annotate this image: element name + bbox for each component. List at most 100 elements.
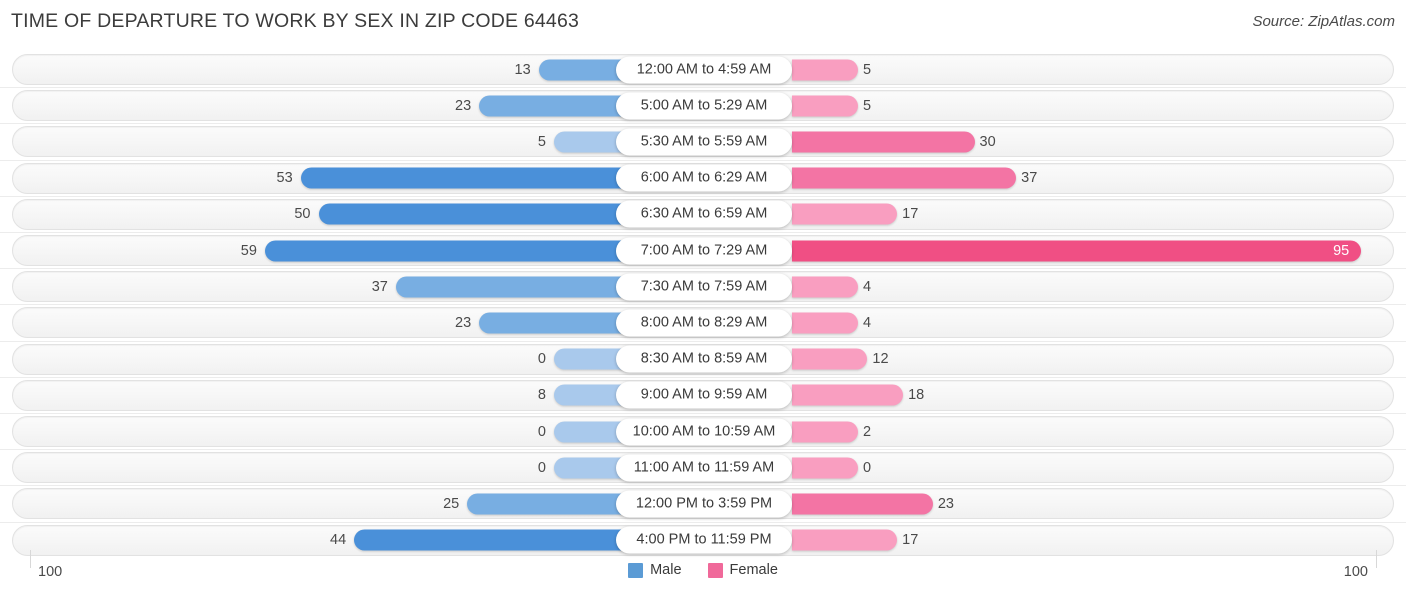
row-separator (0, 304, 1406, 306)
table-row[interactable]: 0 0 11:00 AM to 11:59 AM (12, 452, 1394, 484)
category-label-pill: 5:00 AM to 5:29 AM (616, 92, 792, 120)
table-row[interactable]: 5 30 5:30 AM to 5:59 AM (12, 126, 1394, 158)
female-value-label: 4 (863, 278, 872, 295)
female-bar[interactable] (792, 276, 858, 298)
table-row[interactable]: 23 4 8:00 AM to 8:29 AM (12, 307, 1394, 339)
male-bar[interactable] (538, 59, 626, 80)
female-bar[interactable] (792, 384, 904, 406)
male-value-label: 53 (276, 169, 293, 186)
female-bar[interactable] (792, 457, 858, 479)
table-row[interactable]: 0 12 8:30 AM to 8:59 AM (12, 343, 1394, 375)
male-bar[interactable] (467, 493, 626, 515)
legend-item-female[interactable]: Female (707, 562, 778, 578)
male-value-label: 50 (294, 206, 311, 223)
table-row[interactable]: 8 18 9:00 AM to 9:59 AM (12, 379, 1394, 411)
legend-swatch-male-icon (628, 562, 644, 578)
chart-plot-area: 13 5 12:00 AM to 4:59 AM 23 5 5:00 AM to 5:29… (0, 50, 1406, 556)
row-separator (0, 268, 1406, 270)
female-value-label: 37 (1021, 169, 1038, 186)
category-label-pill: 6:00 AM to 6:29 AM (616, 164, 792, 192)
row-separator (0, 232, 1406, 233)
male-value-label: 8 (537, 387, 546, 404)
female-bar[interactable] (792, 95, 858, 117)
female-bar[interactable] (792, 421, 858, 442)
category-label-pill: 8:30 AM to 8:59 AM (616, 345, 792, 373)
male-value-label: 0 (537, 459, 546, 476)
category-label-pill: 5:30 AM to 5:59 AM (616, 128, 792, 156)
female-value-label: 17 (902, 531, 919, 548)
chart-footer: 100 100 Male Female (0, 550, 1406, 595)
male-value-label: 59 (240, 242, 257, 259)
female-bar[interactable] (792, 59, 858, 80)
row-separator (0, 159, 1406, 161)
male-value-label: 23 (455, 314, 472, 331)
chart-legend: Male Female (0, 562, 1406, 578)
female-bar[interactable] (792, 240, 1362, 261)
row-separator (0, 87, 1406, 89)
male-value-label: 13 (514, 61, 531, 78)
female-value-label: 30 (979, 133, 996, 150)
female-bar[interactable] (792, 348, 868, 370)
female-value-label: 5 (863, 97, 872, 114)
male-bar[interactable] (354, 529, 626, 551)
female-bar[interactable] (792, 493, 933, 515)
female-value-label: 23 (937, 495, 954, 512)
category-label-pill: 11:00 AM to 11:59 AM (616, 454, 792, 482)
row-separator (0, 521, 1406, 523)
legend-item-male[interactable]: Male (628, 562, 682, 578)
male-value-label: 0 (537, 350, 546, 367)
table-row[interactable]: 23 5 5:00 AM to 5:29 AM (12, 90, 1394, 122)
female-value-label: 12 (872, 350, 889, 367)
male-bar[interactable] (318, 203, 626, 225)
row-separator (0, 413, 1406, 414)
female-value-label: 95 (1333, 242, 1350, 259)
table-row[interactable]: 44 17 4:00 PM to 11:59 PM (12, 524, 1394, 556)
male-value-label: 25 (443, 495, 460, 512)
row-separator (0, 485, 1406, 487)
row-separator (0, 195, 1406, 197)
female-value-label: 2 (863, 423, 872, 440)
page-title: TIME OF DEPARTURE TO WORK BY SEX IN ZIP … (11, 10, 580, 32)
legend-swatch-female-icon (707, 562, 723, 578)
female-bar[interactable] (792, 167, 1017, 189)
table-row[interactable]: 53 37 6:00 AM to 6:29 AM (12, 162, 1394, 194)
male-value-label: 37 (371, 278, 388, 295)
male-value-label: 5 (537, 133, 546, 150)
male-bar[interactable] (300, 167, 626, 189)
female-bar[interactable] (792, 312, 858, 334)
male-value-label: 0 (537, 423, 546, 440)
female-bar[interactable] (792, 529, 898, 551)
category-label-pill: 9:00 AM to 9:59 AM (616, 381, 792, 409)
male-bar[interactable] (479, 95, 626, 117)
table-row[interactable]: 0 2 10:00 AM to 10:59 AM (12, 416, 1394, 447)
male-value-label: 44 (330, 531, 347, 548)
row-separator (0, 376, 1406, 378)
table-row[interactable]: 13 5 12:00 AM to 4:59 AM (12, 54, 1394, 85)
row-separator (0, 340, 1406, 342)
female-bar[interactable] (792, 131, 975, 153)
table-row[interactable]: 50 17 6:30 AM to 6:59 AM (12, 198, 1394, 230)
category-label-pill: 12:00 AM to 4:59 AM (616, 56, 792, 83)
row-separator (0, 449, 1406, 451)
female-bar[interactable] (792, 203, 898, 225)
male-bar[interactable] (264, 240, 626, 261)
legend-label: Female (729, 562, 778, 578)
female-value-label: 0 (863, 459, 872, 476)
category-label-pill: 7:00 AM to 7:29 AM (616, 237, 792, 264)
female-value-label: 18 (908, 387, 925, 404)
male-bar[interactable] (479, 312, 626, 334)
male-bar[interactable] (395, 276, 626, 298)
category-label-pill: 4:00 PM to 11:59 PM (616, 526, 792, 554)
female-value-label: 4 (863, 314, 872, 331)
category-label-pill: 10:00 AM to 10:59 AM (616, 418, 792, 445)
table-row[interactable]: 25 23 12:00 PM to 3:59 PM (12, 488, 1394, 520)
chart-header: TIME OF DEPARTURE TO WORK BY SEX IN ZIP … (0, 0, 1406, 44)
category-label-pill: 12:00 PM to 3:59 PM (616, 490, 792, 518)
row-separator (0, 123, 1406, 125)
category-label-pill: 8:00 AM to 8:29 AM (616, 309, 792, 337)
table-row[interactable]: 59 95 7:00 AM to 7:29 AM (12, 235, 1394, 266)
female-value-label: 17 (902, 206, 919, 223)
table-row[interactable]: 37 4 7:30 AM to 7:59 AM (12, 271, 1394, 303)
male-value-label: 23 (455, 97, 472, 114)
legend-label: Male (650, 562, 682, 578)
